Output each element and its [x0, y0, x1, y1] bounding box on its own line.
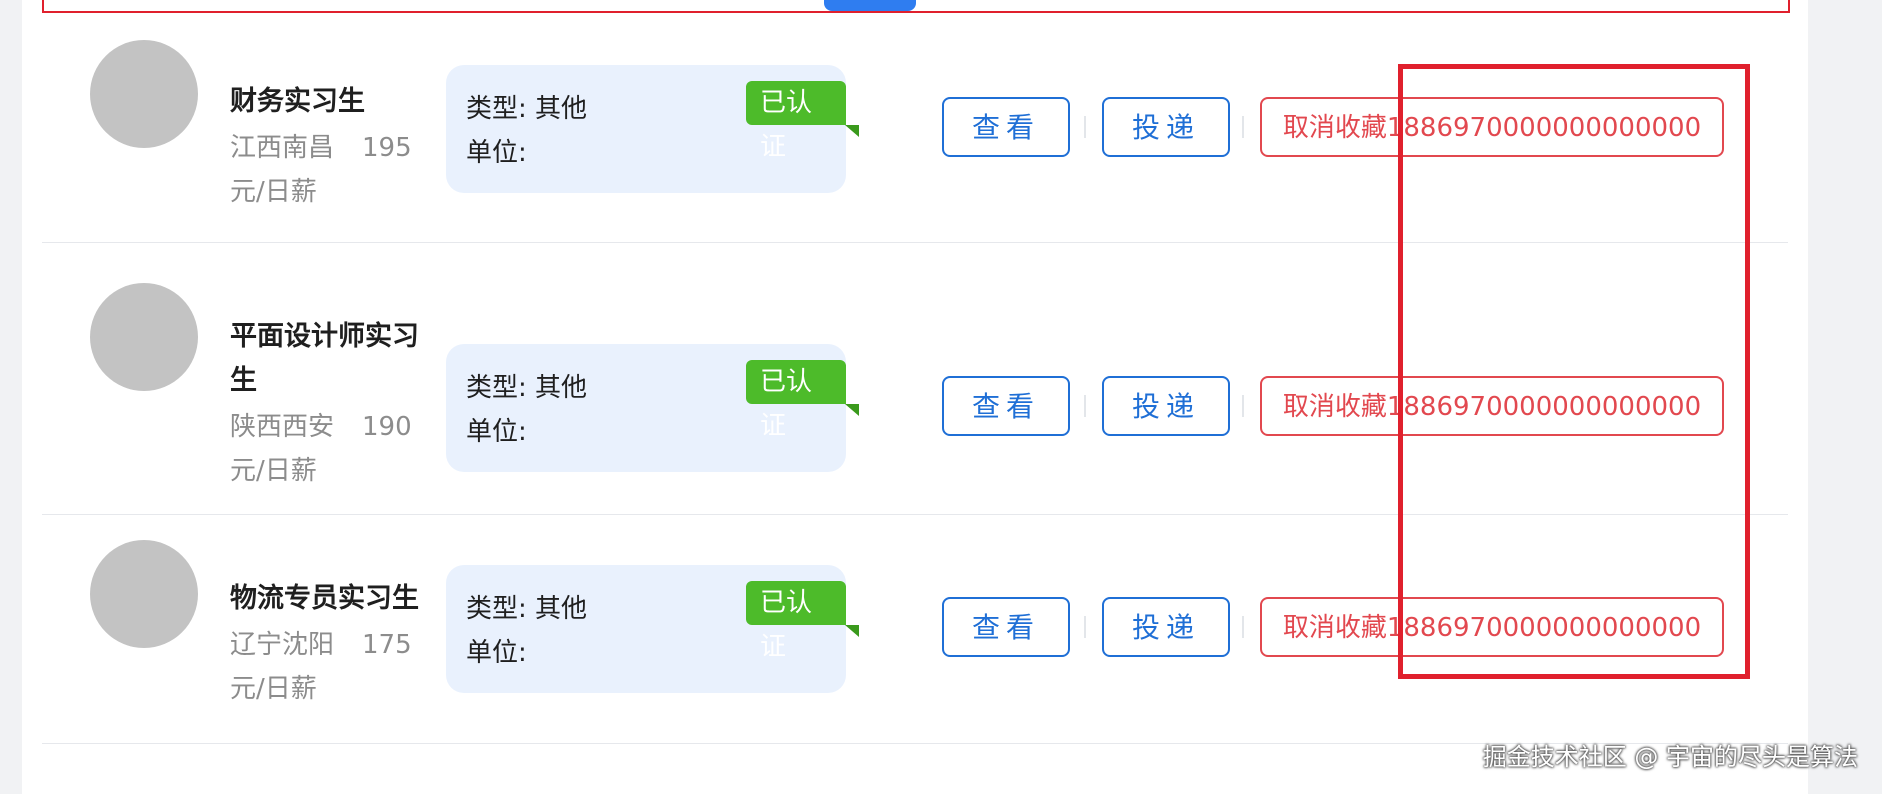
- job-type: 类型: 其他: [466, 373, 588, 403]
- job-detail-card: 类型: 其他 单位: 已认证: [446, 344, 859, 472]
- job-detail-card: 类型: 其他 单位: 已认证: [446, 65, 859, 193]
- job-salary-unit: 元/日薪: [230, 177, 317, 207]
- verified-badge: 已认证: [746, 581, 846, 662]
- job-salary-unit: 元/日薪: [230, 674, 317, 704]
- job-location: 陕西西安: [230, 412, 335, 442]
- job-unit: 单位:: [466, 417, 527, 447]
- job-meta: 辽宁沈阳 175 元/日薪: [230, 623, 430, 711]
- view-button[interactable]: 查看: [942, 97, 1070, 157]
- job-salary-unit: 元/日薪: [230, 456, 317, 486]
- divider: [1242, 616, 1244, 638]
- badge-fold: [845, 404, 859, 416]
- badge-fold: [845, 625, 859, 637]
- job-salary-amount: 195: [362, 133, 412, 163]
- top-blue-tab[interactable]: [824, 0, 916, 11]
- view-button[interactable]: 查看: [942, 376, 1070, 436]
- job-meta: 陕西西安 190 元/日薪: [230, 405, 430, 493]
- job-info: 物流专员实习生 辽宁沈阳 175 元/日薪: [230, 577, 430, 711]
- job-meta: 江西南昌 195 元/日薪: [230, 126, 430, 214]
- job-unit: 单位:: [466, 638, 527, 668]
- divider: [1084, 616, 1086, 638]
- job-info: 财务实习生 江西南昌 195 元/日薪: [230, 80, 430, 214]
- verified-badge: 已认证: [746, 360, 846, 441]
- badge-fold: [845, 125, 859, 137]
- annotation-highlight-box: [1398, 64, 1750, 679]
- job-title[interactable]: 物流专员实习生: [230, 577, 430, 621]
- job-salary-amount: 175: [362, 630, 412, 660]
- watermark: 掘金技术社区 @ 宇宙的尽头是算法: [1482, 743, 1858, 771]
- divider: [1242, 116, 1244, 138]
- apply-button[interactable]: 投递: [1102, 597, 1230, 657]
- divider: [1084, 116, 1086, 138]
- avatar: [90, 40, 198, 148]
- divider: [1242, 395, 1244, 417]
- divider: [1084, 395, 1086, 417]
- job-title[interactable]: 平面设计师实习生: [230, 315, 430, 403]
- job-detail-card: 类型: 其他 单位: 已认证: [446, 565, 859, 693]
- apply-button[interactable]: 投递: [1102, 376, 1230, 436]
- job-info: 平面设计师实习生 陕西西安 190 元/日薪: [230, 315, 430, 493]
- avatar: [90, 540, 198, 648]
- top-highlight-strip: [42, 0, 1790, 13]
- job-salary-amount: 190: [362, 412, 412, 442]
- job-unit: 单位:: [466, 138, 527, 168]
- apply-button[interactable]: 投递: [1102, 97, 1230, 157]
- job-location: 江西南昌: [230, 133, 335, 163]
- job-title[interactable]: 财务实习生: [230, 80, 430, 124]
- view-button[interactable]: 查看: [942, 597, 1070, 657]
- avatar: [90, 283, 198, 391]
- verified-badge: 已认证: [746, 81, 846, 162]
- job-location: 辽宁沈阳: [230, 630, 335, 660]
- job-type: 类型: 其他: [466, 594, 588, 624]
- job-type: 类型: 其他: [466, 94, 588, 124]
